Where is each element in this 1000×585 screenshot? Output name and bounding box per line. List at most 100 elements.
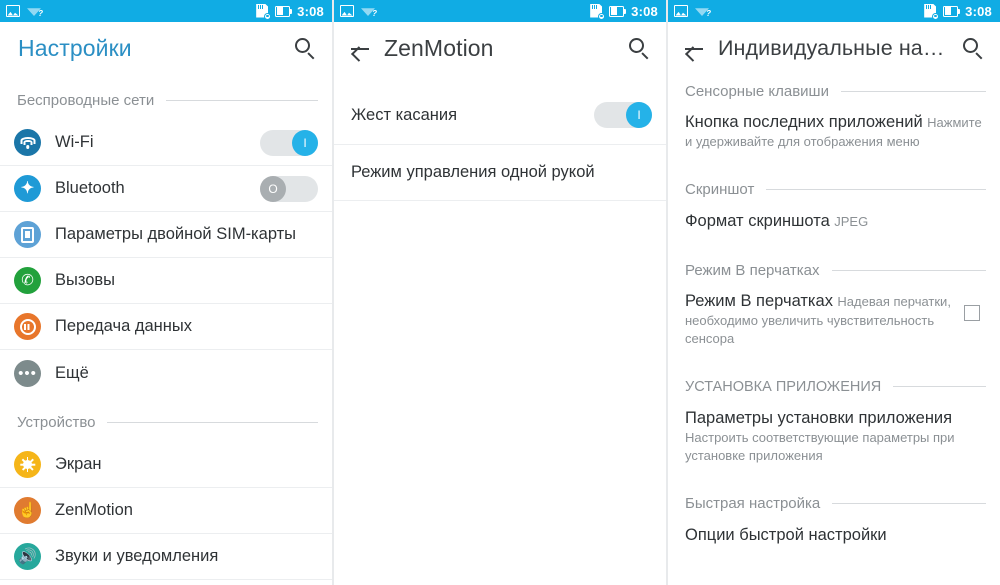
section-header-label: Сенсорные клавиши — [685, 82, 829, 100]
status-bar: ? 3:08 — [668, 0, 1000, 22]
section-header-glove-mode: Режим В перчатках — [668, 253, 1000, 287]
wifi-icon — [14, 129, 41, 156]
screenshot-image-icon — [340, 5, 354, 17]
bluetooth-icon: ✦ — [14, 175, 41, 202]
status-bar-clock: 3:08 — [297, 3, 324, 19]
status-bar-left-icons: ? — [674, 5, 924, 18]
section-header-label: Скриншот — [685, 181, 755, 199]
row-texts: Формат скриншота JPEG — [685, 211, 986, 232]
divider — [893, 386, 986, 388]
list-item-dual-sim[interactable]: Параметры двойной SIM-карты — [0, 212, 332, 258]
divider — [166, 99, 318, 101]
row-title: Режим управления одной рукой — [351, 163, 595, 181]
sim-card-icon — [14, 221, 41, 248]
list-item-touch-gesture[interactable]: Жест касания I — [334, 86, 666, 145]
row-texts: Режим управления одной рукой — [351, 162, 652, 183]
battery-icon — [609, 5, 627, 17]
list-item-calls[interactable]: ✆ Вызовы — [0, 258, 332, 304]
list-item-display[interactable]: Экран — [0, 442, 332, 488]
sd-card-removed-icon — [590, 3, 606, 20]
status-bar-left-icons: ? — [340, 5, 590, 18]
page-title: Индивидуальные на… — [718, 35, 945, 60]
section-header-label: УСТАНОВКА ПРИЛОЖЕНИЯ — [685, 378, 882, 395]
glove-mode-checkbox[interactable] — [964, 305, 980, 322]
wifi-toggle[interactable]: I — [260, 129, 318, 156]
list-item-label: Вызовы — [55, 271, 116, 289]
row-title: Кнопка последних приложений — [685, 113, 923, 131]
list-item-label: Bluetooth — [55, 179, 125, 197]
hand-gesture-icon: ☝ — [14, 497, 41, 524]
status-bar-right-icons: 3:08 — [924, 3, 992, 20]
search-icon[interactable] — [292, 35, 318, 61]
section-header-label: Беспроводные сети — [17, 91, 155, 109]
list-item-glove-mode[interactable]: Режим В перчатках Надевая перчатки, необ… — [668, 287, 1000, 361]
search-icon[interactable] — [626, 35, 652, 61]
divider — [831, 269, 986, 271]
three-phone-screenshots: ? 3:08 Настройки Беспроводные сети Wi-Fi — [0, 0, 1000, 585]
battery-icon — [275, 5, 293, 17]
divider — [107, 421, 318, 423]
data-usage-icon — [14, 313, 41, 340]
wifi-question-icon: ? — [361, 5, 377, 18]
row-title: Режим В перчатках — [685, 292, 833, 311]
wifi-question-icon: ? — [695, 5, 711, 18]
search-icon[interactable] — [960, 35, 986, 61]
toggle-knob: I — [626, 102, 652, 128]
sd-card-removed-icon — [924, 3, 940, 20]
back-arrow-icon[interactable] — [347, 35, 373, 61]
list-item-label: ZenMotion — [55, 501, 133, 519]
status-bar: ? 3:08 — [0, 0, 332, 22]
toggle-knob: O — [260, 175, 286, 202]
section-header-label: Режим В перчатках — [685, 261, 820, 279]
screenshot-image-icon — [6, 5, 20, 17]
settings-list: Беспроводные сети Wi-Fi I ✦ Bluetooth O — [0, 80, 332, 580]
section-header-touch-keys: Сенсорные клавиши — [668, 74, 1000, 108]
phone-call-icon: ✆ — [14, 267, 41, 294]
row-subtitle: Настроить соответствующие параметры при … — [685, 429, 955, 463]
list-item-data-usage[interactable]: Передача данных — [0, 304, 332, 350]
section-header-quick-settings: Быстрая настройка — [668, 487, 1000, 521]
list-item-zenmotion[interactable]: ☝ ZenMotion — [0, 488, 332, 534]
divider — [832, 503, 986, 504]
brightness-sun-icon — [14, 451, 41, 478]
list-item-one-hand-mode[interactable]: Режим управления одной рукой — [334, 145, 666, 201]
app-bar-individual-settings: Индивидуальные на… — [668, 22, 1000, 74]
status-bar-right-icons: 3:08 — [256, 3, 324, 20]
zenmotion-list: Жест касания I Режим управления одной ру… — [334, 74, 666, 201]
list-item-label: Звуки и уведомления — [55, 547, 219, 565]
section-header-app-install: УСТАНОВКА ПРИЛОЖЕНИЯ — [668, 370, 1000, 404]
page-title: Настройки — [18, 34, 132, 61]
row-texts: Жест касания — [351, 105, 594, 126]
wifi-question-icon: ? — [27, 5, 43, 18]
screenshot-image-icon — [674, 5, 688, 17]
bluetooth-toggle[interactable]: O — [260, 175, 318, 202]
row-title: Параметры установки приложения — [685, 408, 953, 427]
back-arrow-icon[interactable] — [681, 35, 707, 61]
divider — [766, 189, 986, 191]
screen-zenmotion: ? 3:08 ZenMotion Жест касания I Режим уп… — [334, 0, 668, 585]
row-texts: Кнопка последних приложений Нажмите и уд… — [685, 112, 986, 151]
section-header-label: Устройство — [17, 413, 96, 431]
individual-settings-list: Сенсорные клавиши Кнопка последних прило… — [668, 74, 1000, 558]
list-item-more[interactable]: ••• Ещё — [0, 350, 332, 396]
more-dots-icon: ••• — [14, 359, 41, 387]
list-item-wifi[interactable]: Wi-Fi I — [0, 120, 332, 166]
divider — [840, 90, 986, 92]
row-texts: Параметры установки приложения Настроить… — [685, 408, 986, 465]
screen-settings: ? 3:08 Настройки Беспроводные сети Wi-Fi — [0, 0, 334, 585]
list-item-label: Ещё — [55, 363, 89, 382]
list-item-quick-settings-options[interactable]: Опции быстрой настройки — [668, 521, 1000, 559]
list-item-recent-apps-key[interactable]: Кнопка последних приложений Нажмите и уд… — [668, 108, 1000, 164]
list-item-screenshot-format[interactable]: Формат скриншота JPEG — [668, 207, 1000, 245]
touch-gesture-toggle[interactable]: I — [594, 102, 652, 128]
app-bar-zenmotion: ZenMotion — [334, 22, 666, 74]
list-item-label: Передача данных — [55, 317, 192, 335]
screen-individual-settings: ? 3:08 Индивидуальные на… Сенсорные клав… — [668, 0, 1000, 585]
toggle-knob: I — [292, 129, 318, 156]
battery-icon — [943, 5, 961, 17]
list-item-sound[interactable]: 🔊 Звуки и уведомления — [0, 534, 332, 580]
list-item-bluetooth[interactable]: ✦ Bluetooth O — [0, 166, 332, 212]
list-item-label: Wi-Fi — [55, 133, 94, 151]
list-item-app-install-settings[interactable]: Параметры установки приложения Настроить… — [668, 404, 1000, 478]
page-title: ZenMotion — [384, 34, 494, 61]
